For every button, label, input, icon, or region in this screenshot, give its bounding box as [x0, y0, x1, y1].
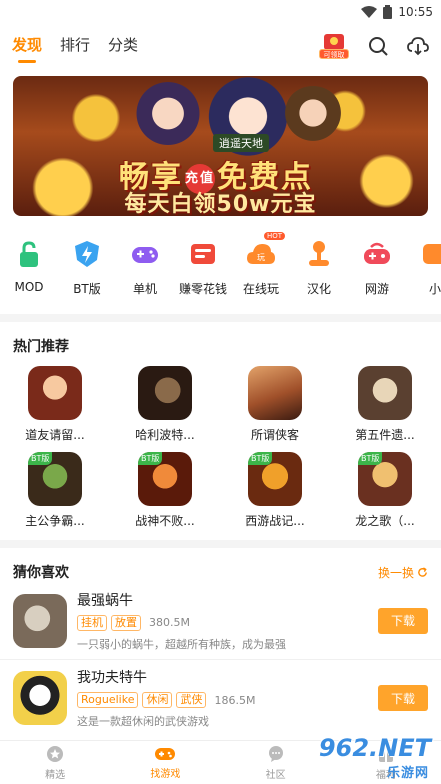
- game-icon: [13, 671, 67, 725]
- hot-games-grid: 道友请留... 哈利波特... 所谓侠客 第五件遗... BT版 主公争霸...…: [0, 356, 441, 538]
- game-card[interactable]: 道友请留...: [0, 366, 110, 452]
- game-icon: BT版: [248, 452, 302, 506]
- banner-character: [283, 86, 343, 146]
- tag: Roguelike: [77, 692, 139, 708]
- banner-subline: 每天白领50w元宝: [124, 192, 317, 216]
- partial-icon: [423, 244, 441, 264]
- tab-ranking[interactable]: 排行: [60, 34, 90, 59]
- joystick-icon: [309, 241, 329, 266]
- game-icon: [138, 366, 192, 420]
- game-icon: [358, 366, 412, 420]
- gamepad-icon: [132, 247, 158, 263]
- controller-icon: [364, 242, 390, 264]
- star-icon: [47, 745, 64, 762]
- promo-banner[interactable]: 逍遥天地 畅享 充值免费点 每天白领50w元宝: [13, 76, 428, 216]
- category-mod[interactable]: MOD: [0, 238, 58, 308]
- game-icon: BT版: [358, 452, 412, 506]
- category-earn[interactable]: 赚零花钱: [174, 238, 232, 308]
- guess-title: 猜你喜欢: [13, 565, 69, 581]
- wallet-icon: [191, 244, 215, 264]
- tab-discover[interactable]: 发现: [12, 34, 42, 63]
- category-online-games[interactable]: 网游: [348, 238, 406, 308]
- game-card[interactable]: BT版 主公争霸...: [0, 452, 110, 538]
- game-icon: BT版: [28, 452, 82, 506]
- game-card[interactable]: BT版 龙之歌（...: [330, 452, 440, 538]
- category-bt[interactable]: BT版: [58, 238, 116, 308]
- game-title: 最强蜗牛: [77, 592, 133, 609]
- bt-badge: BT版: [358, 452, 383, 465]
- tag-row: Roguelike 休闲 武侠 186.5M: [77, 692, 378, 708]
- game-description: 这是一款超休闲的武侠游戏: [77, 715, 209, 728]
- tab-category[interactable]: 分类: [108, 34, 138, 59]
- game-description: 一只弱小的蜗牛，超越所有种族，成为最强: [77, 637, 286, 651]
- bt-badge: BT版: [248, 452, 273, 465]
- tag: 武侠: [176, 692, 207, 708]
- bt-badge: BT版: [138, 452, 163, 465]
- game-icon: [28, 366, 82, 420]
- game-card[interactable]: 所谓侠客: [220, 366, 330, 452]
- status-bar: 10:55: [0, 0, 441, 24]
- bt-badge: BT版: [28, 452, 53, 465]
- category-row: MOD BT版 单机 赚零花钱 玩 HOT 在线玩 汉化 网游 小: [0, 216, 441, 308]
- gift-button[interactable]: 可领取: [319, 32, 349, 60]
- top-nav: 发现 排行 分类 可领取: [0, 24, 441, 68]
- category-more[interactable]: 小: [406, 238, 441, 308]
- gamepad-icon: [155, 747, 176, 760]
- list-item[interactable]: 我功夫特牛 Roguelike 休闲 武侠 186.5M 这是一款超休闲的武侠游…: [0, 659, 441, 736]
- svg-text:玩: 玩: [257, 253, 265, 262]
- game-card[interactable]: BT版 战神不败...: [110, 452, 220, 538]
- game-icon: [13, 593, 67, 648]
- category-chinese[interactable]: 汉化: [290, 238, 348, 308]
- refresh-icon: [418, 566, 427, 577]
- section-divider: [0, 314, 441, 322]
- bottom-tab-find-games[interactable]: 找游戏: [110, 741, 220, 784]
- chat-icon: [268, 745, 283, 762]
- lightning-shield-icon: [75, 241, 99, 267]
- banner-plaque: 逍遥天地: [213, 134, 269, 152]
- category-single[interactable]: 单机: [116, 238, 174, 308]
- guess-header: 猜你喜欢 换一换: [0, 548, 441, 582]
- site-watermark: 962.NET 乐游网: [318, 734, 431, 781]
- game-icon: [248, 366, 302, 420]
- section-divider: [0, 540, 441, 548]
- game-title: 我功夫特牛: [77, 670, 147, 686]
- wifi-icon: [361, 6, 378, 18]
- hot-badge: HOT: [263, 232, 285, 240]
- category-online[interactable]: 玩 HOT 在线玩: [232, 232, 290, 308]
- tag: 挂机: [77, 614, 107, 631]
- game-card[interactable]: 哈利波特...: [110, 366, 220, 452]
- tag: 放置: [111, 614, 141, 631]
- game-icon: BT版: [138, 452, 192, 506]
- search-icon[interactable]: [367, 35, 389, 57]
- banner-character: [133, 82, 203, 152]
- download-icon[interactable]: [407, 35, 429, 57]
- tag: 休闲: [142, 692, 173, 708]
- download-button[interactable]: 下载: [378, 607, 428, 634]
- file-size: 186.5M: [214, 693, 256, 707]
- download-button[interactable]: 下载: [378, 685, 428, 711]
- lock-icon: [20, 241, 38, 267]
- game-card[interactable]: BT版 西游战记...: [220, 452, 330, 538]
- tag-row: 挂机 放置 380.5M: [77, 614, 378, 631]
- battery-icon: [383, 5, 393, 19]
- gift-label: 可领取: [319, 49, 349, 59]
- file-size: 380.5M: [149, 616, 190, 629]
- list-item[interactable]: 最强蜗牛 挂机 放置 380.5M 一只弱小的蜗牛，超越所有种族，成为最强 下载: [0, 582, 441, 659]
- bottom-tab-featured[interactable]: 精选: [0, 741, 110, 784]
- hot-section-title: 热门推荐: [13, 339, 69, 355]
- refresh-button[interactable]: 换一换: [378, 564, 428, 581]
- game-card[interactable]: 第五件遗...: [330, 366, 440, 452]
- cloud-play-icon: 玩 HOT: [245, 232, 285, 270]
- status-time: 10:55: [398, 5, 433, 19]
